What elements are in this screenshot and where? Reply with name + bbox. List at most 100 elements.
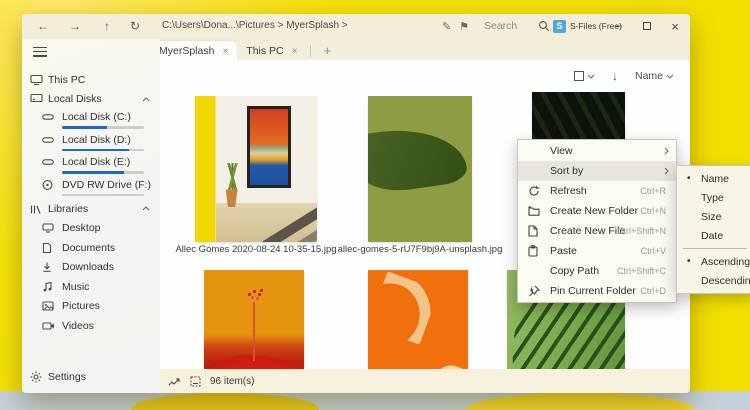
sidebar-item-desktop[interactable]: Desktop [22,219,160,239]
forward-button[interactable]: → [66,17,84,35]
menu-item-create-new-folder[interactable]: Create New Folder Ctrl+N [518,201,676,221]
music-icon [42,281,53,292]
new-tab-button[interactable]: + [315,43,339,61]
sidebar-item-settings[interactable]: Settings [22,368,160,388]
sort-by-submenu: • Name Type Size Date • Ascending Descen… [676,165,750,294]
tab-this-pc[interactable]: This PC × [237,41,306,61]
disc-icon [42,179,53,190]
back-button[interactable]: ← [34,17,52,35]
sidebar-item-drive-f[interactable]: DVD RW Drive (F:) [22,177,160,200]
sort-field-dropdown[interactable]: Name [635,70,674,82]
maximize-button[interactable] [634,17,660,35]
up-button[interactable]: ↑ [98,17,116,35]
sidebar-item-libraries[interactable]: Libraries [22,199,160,219]
sidebar-item-drive-c[interactable]: Local Disk (C:) [22,109,160,132]
rename-path-icon[interactable]: ✎ [442,20,451,33]
selection-count-icon[interactable] [190,376,201,387]
menu-shortcut: Ctrl+R [640,186,666,196]
drive-usage-bar [62,126,144,129]
chevron-up-icon[interactable] [142,206,150,211]
menu-item-pin-current-folder[interactable]: Pin Current Folder Ctrl+D [518,281,676,301]
item-count-label: 96 item(s) [210,375,255,387]
address-bar[interactable]: C:\Users\Dona...\Pictures > MyerSplash > [162,20,432,31]
new-folder-icon [528,206,540,217]
refresh-button[interactable]: ↻ [126,17,144,35]
menu-item-paste[interactable]: Paste Ctrl+V [518,241,676,261]
disks-icon [30,94,43,105]
menu-shortcut: Ctrl+N [640,206,666,216]
tab-myersplash[interactable]: MyerSplash × [150,41,238,61]
hard-drive-icon [42,159,54,165]
minimize-button[interactable]: – [606,17,632,35]
submenu-item-date[interactable]: Date [677,226,750,245]
menu-item-view[interactable]: View [518,141,676,161]
pin-flag-icon[interactable]: ⚑ [459,20,469,33]
tab-separator [310,45,312,57]
sidebar-item-pictures[interactable]: Pictures [22,297,160,317]
thumbnail-hibiscus-photo[interactable] [204,270,304,369]
menu-item-label: Sort by [550,165,584,177]
sidebar-item-videos[interactable]: Videos [22,316,160,336]
menu-item-sort-by[interactable]: Sort by [518,161,676,181]
search-input[interactable]: Search [484,20,517,32]
chevron-up-icon[interactable] [142,96,150,102]
menu-item-copy-path[interactable]: Copy Path Ctrl+Shift+C [518,261,676,281]
submenu-item-label: Date [701,229,724,242]
tab-label: MyerSplash [159,45,215,57]
sidebar-item-documents[interactable]: Documents [22,238,160,258]
sidebar-item-label: Local Disks [48,93,102,106]
sidebar-item-drive-e[interactable]: Local Disk (E:) [22,154,160,177]
submenu-item-label: Size [701,210,722,223]
sidebar-item-label: Libraries [48,202,89,215]
menu-item-create-new-file[interactable]: Create New File Ctrl+Shift+N [518,221,676,241]
sidebar-item-this-pc[interactable]: This PC [22,70,160,90]
video-icon [42,321,55,330]
sidebar-item-local-disks[interactable]: Local Disks [22,90,160,110]
thumbnail-wall-art-photo[interactable] [195,96,317,242]
menu-shortcut: Ctrl+Shift+N [616,226,666,236]
drive-label: Local Disk (E:) [62,156,131,168]
submenu-item-label: Name [701,172,730,185]
tab-close-icon[interactable]: × [222,46,228,57]
menu-shortcut: Ctrl+Shift+C [616,266,666,276]
app-icon: S [553,19,566,33]
pin-icon [528,285,540,297]
thumbnail-green-leaf-photo[interactable] [368,96,472,242]
sidebar-item-label: Settings [48,371,86,384]
sort-direction-button[interactable]: ↓ [612,69,618,83]
trend-up-icon[interactable] [168,377,181,386]
libraries-icon [30,203,42,214]
context-menu: View Sort by Refresh Ctrl+R Create New F… [517,139,677,303]
sidebar-item-label: This PC [48,73,86,86]
hard-drive-icon [42,114,54,120]
menu-shortcut: Ctrl+D [640,286,666,296]
gear-icon [30,371,42,383]
selected-bullet: • [687,173,691,184]
tab-close-icon[interactable]: × [292,46,298,57]
drive-label: Local Disk (C:) [62,111,131,123]
selection-mode-button[interactable] [573,71,595,81]
pictures-icon [42,301,54,311]
forward-icon: → [69,19,81,33]
submenu-item-type[interactable]: Type [677,188,750,207]
drive-usage-bar [62,148,144,152]
hamburger-menu-button[interactable] [33,44,47,59]
submenu-item-descending[interactable]: Descending [677,271,750,290]
sidebar-item-label: Pictures [62,300,100,313]
sidebar-item-downloads[interactable]: Downloads [22,258,160,278]
search-icon[interactable] [538,20,550,32]
tab-label: This PC [246,45,284,57]
submenu-item-ascending[interactable]: • Ascending [677,252,750,271]
thumbnail-orange-flower-photo[interactable] [368,270,468,369]
submenu-item-size[interactable]: Size [677,207,750,226]
submenu-item-name[interactable]: • Name [677,169,750,188]
drive-label: Local Disk (D:) [62,133,131,146]
sidebar-item-music[interactable]: Music [22,277,160,297]
hard-drive-icon [42,136,54,143]
sidebar-item-label: Music [62,280,90,293]
menu-item-refresh[interactable]: Refresh Ctrl+R [518,181,676,201]
chevron-down-icon [666,74,674,79]
sidebar-item-drive-d[interactable]: Local Disk (D:) [22,132,160,155]
selected-bullet: • [687,256,691,267]
close-button[interactable]: × [662,17,688,35]
